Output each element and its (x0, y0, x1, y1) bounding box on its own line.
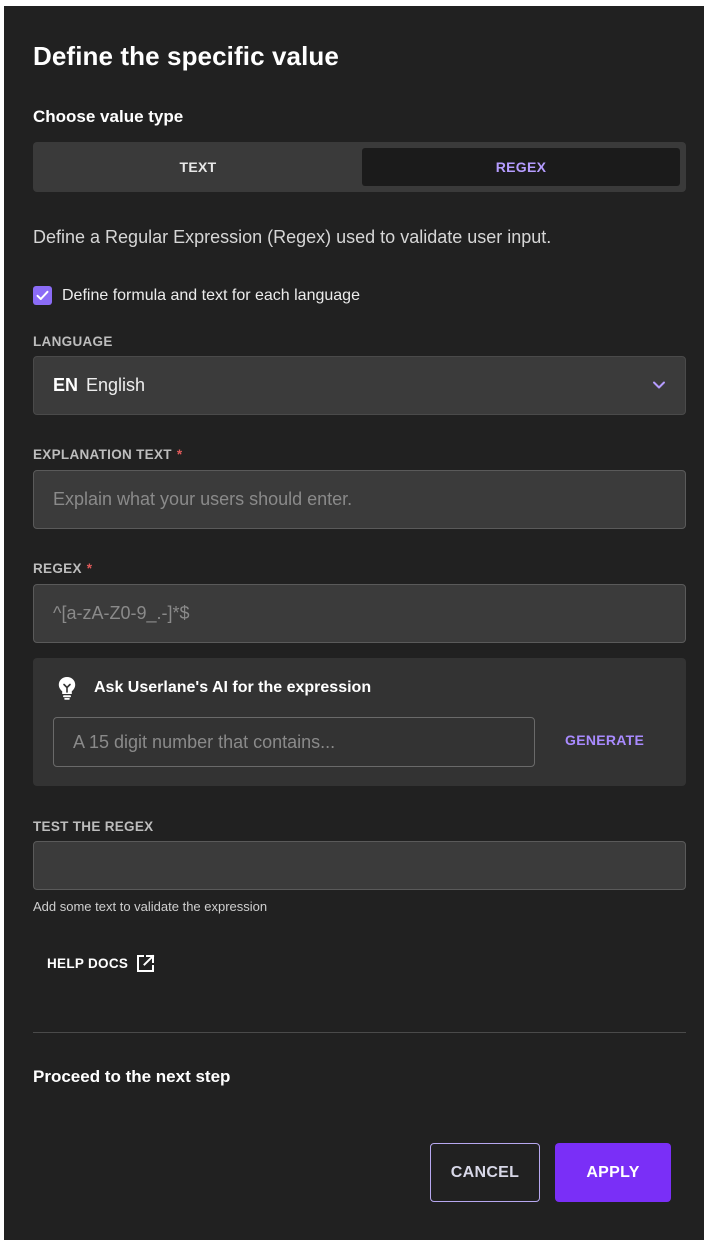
ai-prompt-input[interactable] (53, 717, 535, 767)
apply-button[interactable]: APPLY (555, 1143, 671, 1202)
language-label: LANGUAGE (33, 334, 113, 349)
test-regex-label: TEST THE REGEX (33, 819, 154, 834)
required-asterisk: * (86, 561, 93, 576)
regex-label-text: REGEX (33, 561, 82, 576)
generate-button[interactable]: GENERATE (565, 732, 644, 748)
language-code: EN (53, 375, 79, 395)
regex-label: REGEX * (33, 561, 92, 576)
cancel-button[interactable]: CANCEL (430, 1143, 540, 1202)
checkmark-icon (36, 290, 49, 300)
dialog-title: Define the specific value (33, 41, 339, 71)
next-step-heading: Proceed to the next step (33, 1067, 231, 1086)
tab-regex[interactable]: REGEX (362, 148, 680, 186)
help-docs-label: HELP DOCS (47, 956, 129, 971)
help-docs-link[interactable]: HELP DOCS (47, 954, 155, 973)
per-language-label: Define formula and text for each languag… (62, 286, 360, 304)
explanation-label: EXPLANATION TEXT * (33, 447, 182, 462)
chevron-down-icon (653, 381, 665, 389)
external-link-icon (137, 954, 155, 972)
regex-input[interactable] (33, 584, 686, 643)
explanation-label-text: EXPLANATION TEXT (33, 447, 172, 462)
per-language-option[interactable]: Define formula and text for each languag… (33, 286, 360, 305)
explanation-input[interactable] (33, 470, 686, 529)
required-asterisk: * (176, 447, 183, 462)
test-regex-input[interactable] (33, 841, 686, 890)
lightbulb-icon (58, 677, 76, 700)
tab-text[interactable]: TEXT (39, 148, 357, 186)
value-type-toggle: TEXT REGEX (33, 142, 686, 192)
value-type-heading: Choose value type (33, 107, 184, 126)
divider (33, 1032, 686, 1033)
define-value-dialog: Define the specific value Choose value t… (4, 6, 704, 1240)
per-language-checkbox[interactable] (33, 286, 52, 305)
test-regex-hint: Add some text to validate the expression (33, 899, 268, 914)
ai-title: Ask Userlane's AI for the expression (94, 679, 372, 696)
regex-description: Define a Regular Expression (Regex) used… (33, 227, 552, 247)
language-name: English (86, 375, 146, 395)
language-select[interactable]: EN English (33, 356, 686, 415)
